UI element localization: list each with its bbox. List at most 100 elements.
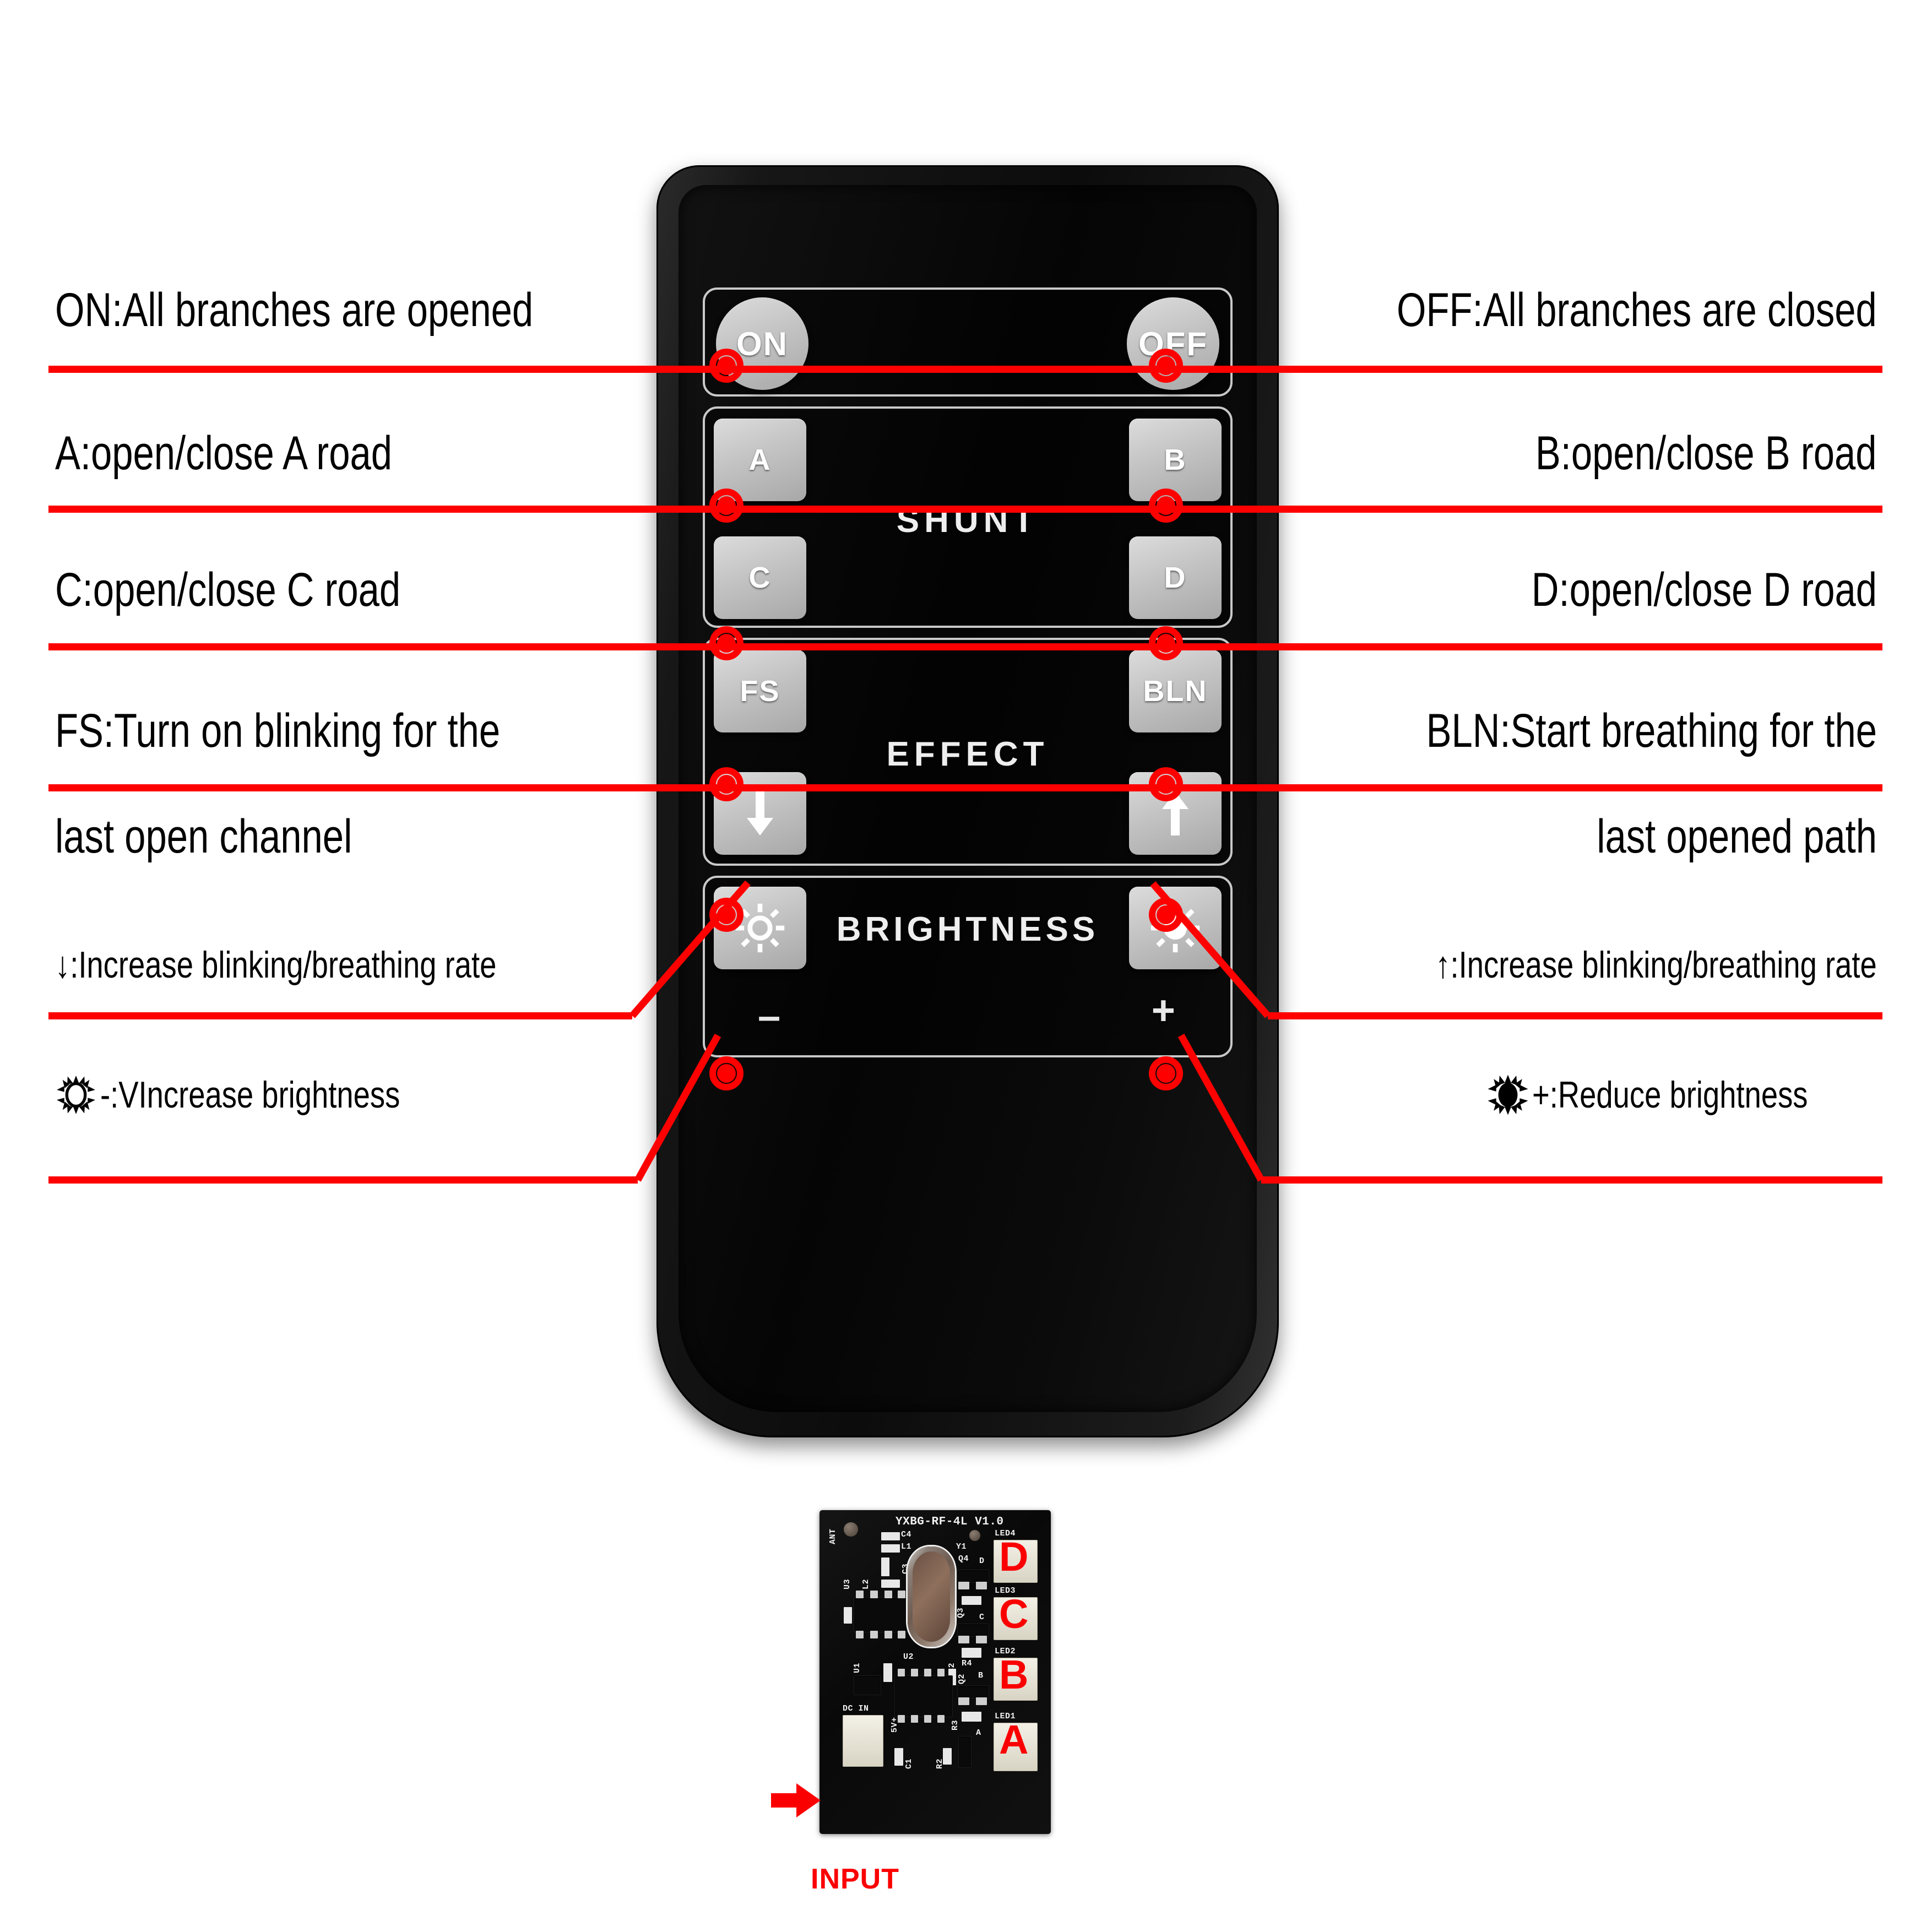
pcb-d-silkscreen: D <box>979 1556 985 1566</box>
pcb-pad <box>937 1669 945 1676</box>
pcb-pad <box>976 1697 987 1705</box>
marker-plus <box>1149 1056 1183 1090</box>
effect-button-bln[interactable]: BLN <box>1129 650 1222 732</box>
marker-up <box>1149 898 1183 932</box>
pcb-component-r2 <box>943 1748 952 1765</box>
pcb-component-r <box>962 1596 981 1605</box>
leader-line-up <box>1268 1012 1882 1019</box>
pcb-transistor-q2 <box>957 1685 989 1698</box>
marker-off <box>1149 349 1183 383</box>
effect-button-fs-label: FS <box>740 675 780 708</box>
pcb-u1-silkscreen: U1 <box>853 1662 862 1673</box>
pcb-transistor-q3 <box>957 1624 989 1637</box>
remote-control-body: ON OFF A B C D SHUNT FS BLN EFFECT BRIGH… <box>656 165 1279 1437</box>
callout-minus-group: -:VIncrease brightness <box>55 1074 475 1116</box>
callout-down: ↓:Increase blinking/breathing rate <box>55 944 497 986</box>
pcb-title-silkscreen: YXBG-RF-4L V1.0 <box>896 1516 1004 1528</box>
marker-a <box>709 489 744 523</box>
pcb-pad <box>884 1591 892 1598</box>
brightness-minus-label: – <box>758 993 781 1039</box>
effect-button-fs[interactable]: FS <box>714 650 806 732</box>
shunt-button-c[interactable]: C <box>714 536 806 619</box>
callout-b: B:open/close B road <box>1535 427 1877 480</box>
pcb-q3-silkscreen: Q3 <box>956 1607 965 1618</box>
pcb-board: YXBG-RF-4L V1.0 ANT C4 L1 C3 U3 L2 Y1 Q4… <box>820 1510 1051 1834</box>
shunt-button-a-label: A <box>748 443 772 476</box>
pcb-via-hole <box>969 1530 980 1541</box>
pcb-channel-d-label: D <box>999 1534 1029 1580</box>
callout-a: A:open/close A road <box>55 427 393 480</box>
pcb-l2-silkscreen: L2 <box>861 1578 871 1589</box>
pcb-component-c5 <box>883 1663 892 1682</box>
input-label: INPUT <box>811 1863 899 1895</box>
effect-panel: FS BLN EFFECT <box>703 638 1233 866</box>
brightness-section-label: BRIGHTNESS <box>836 910 1099 948</box>
pcb-pad <box>924 1669 931 1676</box>
pcb-pad <box>958 1636 969 1643</box>
pcb-pad <box>937 1715 945 1723</box>
pcb-c-silkscreen: C <box>979 1613 985 1622</box>
pcb-chip-u2 <box>894 1675 953 1717</box>
pcb-pad <box>911 1669 918 1676</box>
pcb-r3-silkscreen: R3 <box>951 1719 960 1730</box>
shunt-button-c-label: C <box>748 561 772 594</box>
marker-d <box>1149 626 1183 660</box>
shunt-button-d[interactable]: D <box>1129 536 1222 619</box>
sun-outline-icon <box>57 1076 95 1114</box>
pcb-channel-b-label: B <box>999 1652 1029 1697</box>
callout-c: C:open/close C road <box>55 563 401 616</box>
pcb-b-silkscreen: B <box>978 1671 984 1680</box>
callout-plus-group: +:Reduce brightness <box>1487 1074 1877 1116</box>
callout-plus-text: +:Reduce brightness <box>1532 1074 1808 1116</box>
pcb-channel-a-label: A <box>999 1717 1029 1762</box>
pcb-chip-u1 <box>854 1675 881 1695</box>
shunt-button-b[interactable]: B <box>1129 419 1222 501</box>
power-panel: ON OFF <box>703 287 1233 397</box>
marker-on <box>709 349 744 383</box>
pcb-a-silkscreen: A <box>976 1728 981 1738</box>
leader-line-plus <box>1261 1176 1882 1184</box>
pcb-pad <box>898 1631 905 1638</box>
marker-down <box>709 898 744 932</box>
pcb-dcin-silkscreen: DC IN <box>843 1704 869 1713</box>
pcb-ant-silkscreen: ANT <box>828 1528 838 1544</box>
marker-b <box>1149 489 1183 523</box>
marker-c <box>709 626 744 660</box>
callout-off: OFF:All branches are closed <box>1397 284 1877 337</box>
pcb-5v-silkscreen: 5V+ <box>890 1717 899 1733</box>
leader-line-c <box>48 643 1882 650</box>
on-button-label: ON <box>736 325 788 362</box>
pcb-pad <box>870 1631 878 1638</box>
callout-fs-line2: last open channel <box>55 810 352 863</box>
leader-line-a <box>48 506 1882 513</box>
leader-line-fs <box>48 784 1882 791</box>
callout-up: ↑:Increase blinking/breathing rate <box>1435 944 1877 986</box>
pcb-component-r5 <box>844 1607 852 1624</box>
pcb-component-l2 <box>881 1580 900 1588</box>
arrow-down-icon <box>747 791 773 835</box>
marker-bln <box>1149 767 1183 801</box>
callout-d: D:open/close D road <box>1531 563 1877 616</box>
pcb-pad <box>976 1582 987 1589</box>
pcb-pad <box>898 1669 905 1676</box>
pcb-y1-silkscreen: Y1 <box>956 1542 967 1551</box>
shunt-button-d-label: D <box>1164 561 1187 594</box>
pcb-pad <box>884 1631 892 1638</box>
pcb-dcin-connector <box>843 1715 883 1767</box>
pcb-pad <box>856 1631 864 1638</box>
effect-section-label: EFFECT <box>886 735 1049 773</box>
pcb-c4-silkscreen: C4 <box>901 1530 912 1539</box>
arrow-right-icon <box>771 1783 821 1817</box>
pcb-u3-silkscreen: U3 <box>843 1578 852 1589</box>
effect-button-bln-label: BLN <box>1143 675 1208 708</box>
pcb-channel-c-label: C <box>999 1591 1029 1637</box>
pcb-q2-silkscreen: Q2 <box>957 1673 967 1684</box>
pcb-pad <box>958 1697 969 1705</box>
pcb-pad <box>911 1715 918 1723</box>
pcb-r4-silkscreen: R4 <box>962 1659 973 1668</box>
leader-line-minus <box>48 1176 638 1184</box>
callout-minus-text: -:VIncrease brightness <box>100 1074 400 1116</box>
leader-line-on <box>48 366 1882 373</box>
pcb-component-r4 <box>962 1648 981 1658</box>
callout-bln-line2: last opened path <box>1597 810 1877 863</box>
